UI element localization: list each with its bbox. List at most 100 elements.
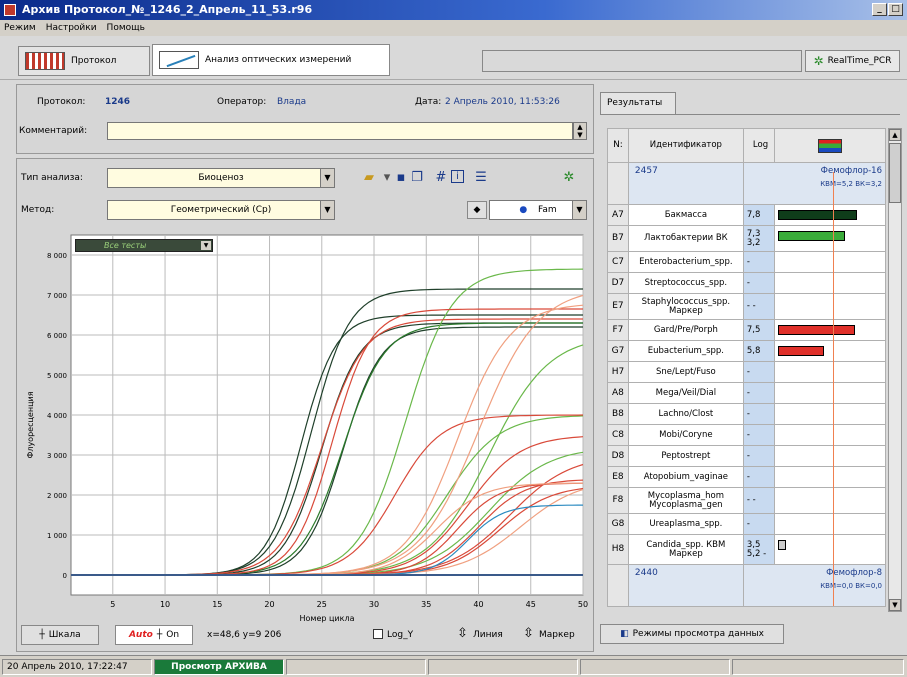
table-row[interactable]: A7 Бакмасса 7,8 [607,204,886,226]
analysis-type-select[interactable]: Биоценоз ▼ [107,168,335,188]
realtime-pcr-label: RealTime_PCR [827,56,892,66]
group-row[interactable]: 2440 Фемофлор-8 КВМ=0,0 ВК=0,0 [607,564,887,607]
results-table: N: Идентификатор Log 2457 Фемофлор-16 КВМ… [607,128,887,607]
table-row[interactable]: D8 Peptostrept - [607,445,886,467]
status-seg-6 [732,659,904,675]
group-sub: КВМ=0,0 ВК=0,0 [820,582,882,590]
row-id: B7 [607,225,629,252]
row-log: - [742,361,776,383]
list-settings-icon[interactable]: ☰ [473,170,489,186]
menu-help[interactable]: Помощь [107,20,145,36]
table-row[interactable]: D7 Streptococcus_spp. - [607,272,886,294]
channel-dot-icon: ● [519,205,528,215]
tab-protocol[interactable]: Протокол [18,46,150,76]
view-modes-icon: ◧ [620,629,629,639]
maximize-button[interactable]: □ [888,3,903,16]
comment-spinner[interactable]: ▲ ▼ [573,122,587,140]
table-row[interactable]: C8 Mobi/Coryne - [607,424,886,446]
table-row[interactable]: F7 Gard/Pre/Porph 7,5 [607,319,886,341]
status-bar: 20 Апрель 2010, 17:22:47 Просмотр АРХИВА [0,655,907,677]
line-toggle-icon[interactable]: ⇳ [457,626,468,641]
open-folder-icon[interactable]: ▰ [361,170,377,186]
tab-analysis-label: Анализ оптических измерений [205,55,352,65]
comment-label: Комментарий: [19,126,88,136]
chevron-down-icon: ▼ [320,201,334,219]
row-bar-cell [774,445,886,467]
save-icon[interactable]: ▪ [393,170,409,186]
table-row[interactable]: A8 Mega/Veil/Dial - [607,382,886,404]
table-row[interactable]: B8 Lachno/Clost - [607,403,886,425]
menu-settings[interactable]: Настройки [46,20,97,36]
status-seg-5 [580,659,730,675]
scroll-down-icon[interactable]: ▼ [889,599,901,611]
table-row[interactable]: F8 Mycoplasma_hom Mycoplasma_gen - - [607,487,886,514]
table-row[interactable]: H7 Sne/Lept/Fuso - [607,361,886,383]
row-id: E8 [607,466,629,488]
gear-icon[interactable]: ✲ [561,170,577,186]
row-identifier: Lachno/Clost [627,403,744,425]
operator-label: Оператор: [217,97,267,107]
scale-button[interactable]: ┼ Шкала [21,625,99,645]
results-scrollbar[interactable]: ▲ ▼ [888,128,902,612]
tests-filter-select[interactable]: Все тесты ▼ [75,239,213,252]
y-tick-label: 0 [63,572,67,580]
log-y-checkbox[interactable] [373,629,383,639]
comment-input[interactable] [107,122,573,140]
table-row[interactable]: E8 Atopobium_vaginae - [607,466,886,488]
protocol-info-panel: Протокол: 1246 Оператор: Влада Дата: 2 А… [16,84,594,154]
group-row[interactable]: 2457 Фемофлор-16 КВМ=5,2 ВК=3,2 [607,162,887,205]
table-row[interactable]: B7 Лактобактерии ВК 7,3 3,2 [607,225,886,252]
minimize-button[interactable]: _ [872,3,887,16]
table-row[interactable]: G7 Eubacterium_spp. 5,8 [607,340,886,362]
window-title: Архив Протокол_№_1246_2_Апрель_11_53.r96 [22,3,313,16]
marker-toggle-icon[interactable]: ⇳ [523,626,534,641]
row-id: F7 [607,319,629,341]
tab-results[interactable]: Результаты [600,92,676,114]
crosshair-icon: ┼ [156,630,163,640]
channel-select[interactable]: ● Fam ▼ [489,200,587,220]
channel-value: Fam [538,205,557,215]
table-row[interactable]: C7 Enterobacterium_spp. - [607,251,886,273]
row-id: G7 [607,340,629,362]
row-id: E7 [607,293,629,320]
table-row[interactable]: H8 Candida_spp. КВМ Маркер 3,5 5,2 - [607,534,886,565]
protocol-date: 2 Апрель 2010, 11:53:26 [445,97,560,107]
tab-optical-analysis[interactable]: Анализ оптических измерений [152,44,390,76]
row-bar [778,210,857,220]
row-id: C7 [607,251,629,273]
table-row[interactable]: E7 Staphylococcus_spp. Маркер - - [607,293,886,320]
y-tick-label: 8 000 [47,252,67,260]
scroll-up-icon[interactable]: ▲ [889,129,901,141]
row-bar-cell [774,534,886,565]
copy-icon[interactable]: ❐ [409,170,425,186]
row-identifier: Mycoplasma_hom Mycoplasma_gen [627,487,744,514]
row-id: D7 [607,272,629,294]
row-log: - [742,403,776,425]
row-identifier: Streptococcus_spp. [627,272,744,294]
arrow-button[interactable]: ◆ [467,201,487,219]
auto-on-button[interactable]: Auto ┼ On [115,625,193,645]
table-row[interactable]: G8 Ureaplasma_spp. - [607,513,886,535]
row-identifier: Peptostrept [627,445,744,467]
realtime-pcr-button[interactable]: ✲ RealTime_PCR [805,50,900,72]
info-icon[interactable]: i [451,170,464,183]
results-tab-label: Результаты [607,98,663,108]
header-n: N: [607,128,629,163]
menu-bar: Режим Настройки Помощь [0,20,907,36]
menu-mode[interactable]: Режим [4,20,36,36]
row-log: - [742,382,776,404]
row-bar [778,325,855,335]
y-tick-label: 6 000 [47,332,67,340]
scroll-thumb[interactable] [889,143,901,203]
x-tick-label: 45 [526,600,536,609]
window-title-bar: Архив Протокол_№_1246_2_Апрель_11_53.r96… [0,0,907,20]
grid-icon[interactable]: # [433,170,449,186]
view-modes-button[interactable]: ◧ Режимы просмотра данных [600,624,784,644]
y-tick-label: 1 000 [47,532,67,540]
method-select[interactable]: Геометрический (Cp) ▼ [107,200,335,220]
tab-protocol-label: Протокол [71,56,117,66]
group-name: Фемофлор-16 КВМ=5,2 ВК=3,2 [742,162,887,205]
y-tick-label: 4 000 [47,412,67,420]
y-axis-label: Флуоресценция [26,391,35,458]
row-identifier: Staphylococcus_spp. Маркер [627,293,744,320]
